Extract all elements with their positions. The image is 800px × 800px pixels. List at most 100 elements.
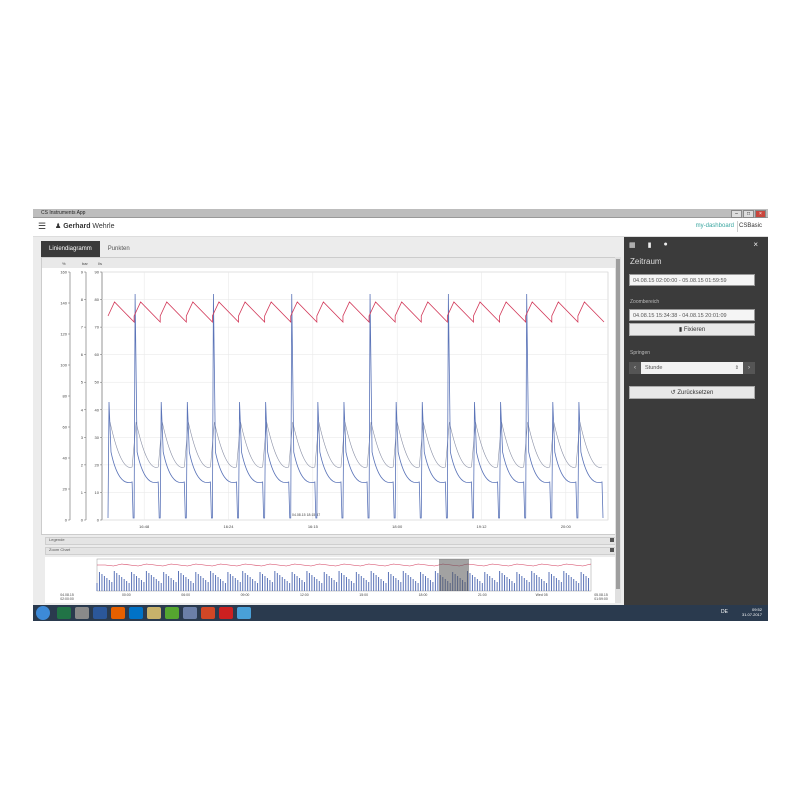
axis-header-strip	[42, 258, 616, 268]
y-tick-label: 7	[81, 325, 84, 330]
zuruecksetzen-button[interactable]: ↺ Zurücksetzen	[629, 386, 755, 399]
y-tick-label: 80	[63, 394, 68, 399]
y-tick-label: 1	[81, 490, 84, 495]
csbasic-brand: CSBasic	[738, 223, 762, 229]
tray-date: 31.07.2017	[741, 612, 762, 617]
sidebar-tabs: ▦ ▮ ●	[629, 241, 668, 249]
y-tick-label: 30	[95, 435, 100, 440]
x-tick-label: 20:00	[561, 524, 572, 529]
folder-icon[interactable]	[147, 607, 161, 619]
y-tick-label: 80	[95, 297, 100, 302]
interval-select[interactable]: Stunde ⇕	[641, 362, 743, 374]
network-icon[interactable]	[183, 607, 197, 619]
chart-tabs: Liniendiagramm Punkten	[41, 241, 138, 257]
x-tick-label: 18:00	[392, 524, 403, 529]
reset-label: Zurücksetzen	[677, 390, 714, 396]
y-tick-label: 20	[63, 487, 68, 492]
plot-area	[101, 271, 609, 521]
pin-icon: ▮	[678, 327, 683, 333]
y-tick-label: 60	[63, 425, 68, 430]
dashboard-brand: my-dashboard	[695, 223, 734, 229]
y-tick-label: 6	[81, 352, 84, 357]
y-tick-label: 140	[60, 301, 67, 306]
close-window-button[interactable]: ×	[755, 210, 766, 218]
x-tick-label: 16:15	[308, 524, 319, 529]
scrollbar-thumb[interactable]	[616, 259, 620, 589]
minimize-button[interactable]: –	[731, 210, 742, 218]
calendar-icon[interactable]: ▦	[629, 241, 636, 249]
reset-icon: ↺	[670, 390, 676, 396]
user-name[interactable]: ♟ Gerhard Wehrle	[55, 222, 114, 230]
app-window: CS Instruments App – □ × ☰ ♟ Gerhard Weh…	[33, 209, 768, 621]
zoom-field[interactable]: 04.08.15 15:34:38 - 04.08.15 20:01:09	[629, 309, 755, 321]
window-titlebar: CS Instruments App – □ ×	[33, 209, 768, 218]
legend-label: Legende	[49, 537, 65, 542]
zoom-chart-label: Zoom Chart	[49, 547, 71, 552]
y-tick-label: 60	[95, 352, 100, 357]
y-tick-label: 0	[81, 518, 84, 523]
overview-zoom-window	[439, 559, 469, 591]
zeitraum-field[interactable]: 04.08.15 02:00:00 - 05.08.15 01:59:59	[629, 274, 755, 286]
legend-bar[interactable]: Legende	[45, 537, 617, 545]
overview-x-tick-label: 01:59:00	[594, 597, 608, 601]
overview-x-tick-label: 02:00:00	[60, 597, 74, 601]
fixieren-label: Fixieren	[683, 327, 706, 333]
excel-icon[interactable]	[57, 607, 71, 619]
axis-header-label: l/s	[98, 261, 102, 266]
calculator-icon[interactable]	[165, 607, 179, 619]
y-tick-label: 9	[81, 270, 84, 275]
menu-icon[interactable]: ☰	[38, 221, 46, 232]
step-prev-button[interactable]: ‹	[629, 362, 641, 374]
firefox-icon[interactable]	[111, 607, 125, 619]
fixieren-button[interactable]: ▮ Fixieren	[629, 323, 755, 336]
word-icon[interactable]	[93, 607, 107, 619]
sidebar-panel: ▦ ▮ ● × Zeitraum 04.08.15 02:00:00 - 05.…	[624, 237, 768, 621]
info-icon[interactable]: ●	[663, 241, 667, 249]
y-tick-label: 8	[81, 297, 84, 302]
overview-x-tick-label: 21:00	[478, 593, 487, 597]
overview-x-tick-label: 06:00	[181, 593, 190, 597]
y-tick-label: 40	[95, 407, 100, 412]
media-icon[interactable]	[75, 607, 89, 619]
tab-liniendiagramm[interactable]: Liniendiagramm	[41, 241, 100, 257]
springen-stepper: ‹ Stunde ⇕ ›	[629, 362, 755, 374]
y-tick-label: 20	[95, 462, 100, 467]
window-controls: – □ ×	[731, 210, 766, 218]
close-icon[interactable]: ×	[753, 240, 758, 249]
start-button[interactable]	[36, 606, 50, 620]
outlook-icon[interactable]	[129, 607, 143, 619]
user-last-name: Wehrle	[92, 223, 115, 230]
powerpoint-icon[interactable]	[201, 607, 215, 619]
y-tick-label: 2	[81, 462, 84, 467]
x-tick-label: 16:24	[223, 524, 234, 529]
tab-punkten[interactable]: Punkten	[100, 241, 138, 257]
vertical-scrollbar[interactable]	[615, 257, 621, 603]
y-tick-label: 50	[95, 380, 100, 385]
overview-svg[interactable]: 04.08.1502:00:0000:00 06:00 09:00 12:00 15:0…	[45, 557, 617, 603]
bar-chart-icon[interactable]: ▮	[648, 241, 652, 249]
zoom-chart-collapse-icon[interactable]	[610, 548, 614, 552]
tray-lang[interactable]: DE	[721, 609, 728, 615]
cs-app-icon[interactable]	[237, 607, 251, 619]
user-first-name: Gerhard	[63, 223, 91, 230]
tray-clock[interactable]: 09:52 31.07.2017	[742, 607, 762, 617]
y-tick-label: 40	[63, 456, 68, 461]
maximize-button[interactable]: □	[743, 210, 754, 218]
y-tick-label: 70	[95, 325, 100, 330]
overview-x-tick-label: 09:00	[241, 593, 250, 597]
brand-divider	[737, 221, 738, 232]
step-next-button[interactable]: ›	[743, 362, 755, 374]
main-area: Liniendiagramm Punkten % bar l/s 0 20 40 60 80 1…	[33, 237, 624, 621]
overview-chart[interactable]: 04.08.15 02:00:00 00:00 06:00 09:00 12:00 15:0…	[45, 557, 617, 603]
y-tick-label: 100	[60, 363, 67, 368]
window-title: CS Instruments App	[41, 210, 86, 216]
zoom-chart-bar[interactable]: Zoom Chart	[45, 547, 617, 555]
y-tick-label: 10	[95, 490, 100, 495]
legend-toggle-icon[interactable]	[610, 538, 614, 542]
y-tick-label: 5	[81, 380, 84, 385]
acrobat-icon[interactable]	[219, 607, 233, 619]
y-tick-label: 160	[60, 270, 67, 275]
x-tick-label: 19:12	[476, 524, 487, 529]
line-chart[interactable]: % bar l/s020406080100120140160012345678901…	[42, 258, 616, 534]
chart-panel: % bar l/s 0 20 40 60 80 100 120 140 160 0 1 2 3 4 5 6 7 8 9 0 1…	[41, 257, 617, 535]
